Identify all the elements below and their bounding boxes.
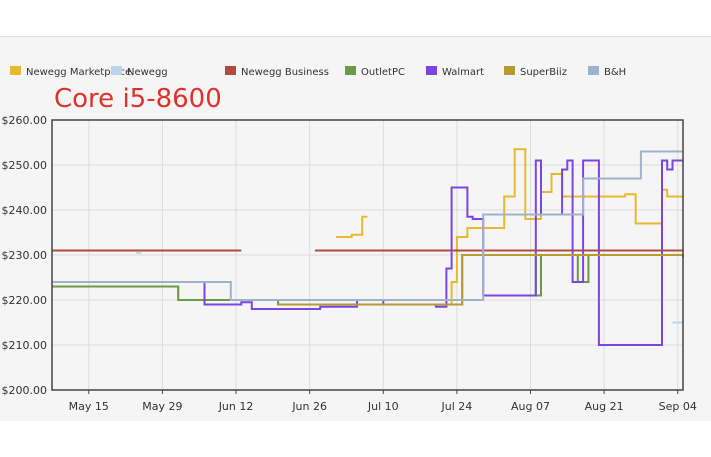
x-tick-label: Jun 26 — [291, 400, 327, 413]
x-axis: May 15 May 29 Jun 12 Jun 26 Jul 10 Jul 24 Aug … — [69, 390, 697, 413]
chart-frame: Newegg Marketplace Newegg Newegg Business O… — [0, 0, 711, 457]
legend-swatch[interactable] — [111, 66, 122, 75]
y-tick-label: $210.00 — [2, 339, 48, 352]
series-line[interactable] — [335, 215, 368, 238]
legend-label[interactable]: SuperBiiz — [520, 67, 567, 78]
legend-label[interactable]: Newegg Business — [241, 67, 329, 78]
legend-swatch[interactable] — [225, 66, 236, 75]
legend-label[interactable]: Newegg — [127, 67, 168, 78]
chart-title: Core i5-8600 — [54, 84, 222, 114]
x-tick-label: Aug 21 — [585, 400, 624, 413]
x-tick-label: Sep 04 — [659, 400, 697, 413]
series-line[interactable] — [52, 159, 683, 346]
legend-swatch[interactable] — [588, 66, 599, 75]
legend-swatch[interactable] — [345, 66, 356, 75]
series-line[interactable] — [52, 254, 683, 306]
y-tick-label: $230.00 — [2, 249, 48, 262]
legend-label[interactable]: B&H — [604, 67, 626, 78]
legend-swatch[interactable] — [10, 66, 21, 75]
price-history-chart: Newegg MarketplaceNewegg Newegg Business O… — [2, 66, 697, 413]
x-tick-label: Jul 10 — [367, 400, 399, 413]
y-tick-label: $240.00 — [2, 204, 48, 217]
legend-label[interactable]: Walmart — [442, 67, 484, 78]
y-tick-label: $200.00 — [2, 384, 48, 397]
y-axis: $200.00 $210.00 $220.00 $230.00 $240.00 $250.… — [2, 114, 48, 397]
series-line[interactable] — [278, 254, 684, 306]
x-tick-label: May 15 — [69, 400, 109, 413]
legend-label[interactable]: OutletPC — [361, 67, 405, 78]
y-tick-label: $250.00 — [2, 159, 48, 172]
series-lines — [52, 148, 684, 346]
x-tick-label: Aug 07 — [511, 400, 550, 413]
x-tick-label: Jun 12 — [218, 400, 254, 413]
legend: Newegg MarketplaceNewegg Newegg Business O… — [10, 66, 626, 78]
x-tick-label: May 29 — [142, 400, 182, 413]
legend-swatch[interactable] — [504, 66, 515, 75]
y-tick-label: $260.00 — [2, 114, 48, 127]
x-tick-label: Jul 24 — [441, 400, 473, 413]
y-tick-label: $220.00 — [2, 294, 48, 307]
legend-swatch[interactable] — [426, 66, 437, 75]
